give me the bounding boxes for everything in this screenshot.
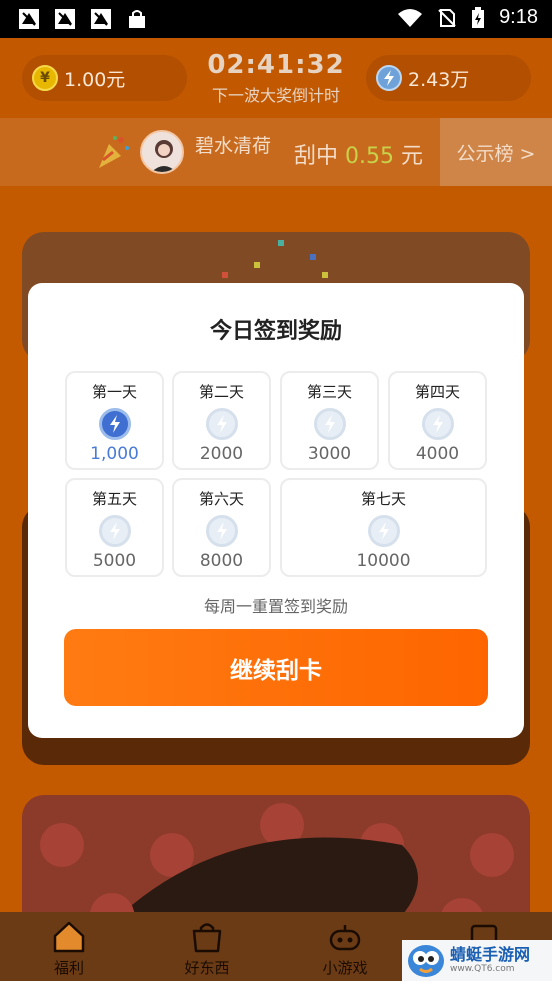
- nav-item-games[interactable]: 小游戏: [276, 912, 414, 981]
- lightning-coin-icon: [98, 408, 131, 440]
- notification-icon: [55, 9, 75, 29]
- confetti: [222, 272, 228, 278]
- notification-icon: [19, 9, 39, 29]
- checkin-reward-dialog: 今日签到奖励 第一天 1,000 第二天 2000 第三天 3000 第四天 4…: [28, 283, 524, 738]
- day-label: 第二天: [198, 383, 244, 401]
- win-amount: 0.55: [345, 144, 394, 169]
- clock: 9:18: [499, 6, 538, 28]
- lightning-coin-icon: [205, 408, 238, 440]
- confetti: [322, 272, 328, 278]
- nav-item-welfare[interactable]: 福利: [0, 912, 138, 981]
- nav-item-goods[interactable]: 好东西: [138, 912, 276, 981]
- countdown-time: 02:41:32: [207, 50, 345, 80]
- day-amount: 3000: [307, 444, 352, 464]
- lightning-coin-icon: [313, 408, 346, 440]
- lightning-coin-icon: [98, 515, 131, 547]
- day-card-1: 第一天 1,000: [65, 371, 164, 470]
- day-label: 第一天: [91, 383, 137, 401]
- shopping-bag-icon: [129, 10, 145, 28]
- day-label: 第四天: [414, 383, 460, 401]
- day-card-2: 第二天 2000: [172, 371, 271, 470]
- cash-balance-pill[interactable]: ¥ 1.00元: [22, 55, 187, 101]
- winner-banner: 碧水清荷 刮中 0.55 元 公示榜 >: [0, 118, 552, 186]
- day-amount: 4000: [415, 444, 460, 464]
- lightning-coin-icon: [421, 408, 454, 440]
- day-amount: 10000: [356, 551, 411, 571]
- day-label: 第三天: [306, 383, 352, 401]
- countdown-label: 下一波大奖倒计时: [211, 86, 340, 105]
- day-amount: 5000: [92, 551, 137, 571]
- day-card-5: 第五天 5000: [65, 478, 164, 577]
- confetti: [278, 240, 284, 246]
- yuan-coin-icon: ¥: [32, 65, 58, 91]
- house-icon: [53, 921, 85, 953]
- day-card-3: 第三天 3000: [280, 371, 379, 470]
- watermark-url: www.QT6.com: [450, 964, 515, 974]
- battery-icon: [472, 6, 485, 28]
- lightning-coin-icon: [367, 515, 400, 547]
- watermark: 蜻蜓手游网 www.QT6.com: [402, 940, 552, 981]
- coin-balance-pill[interactable]: 2.43万: [366, 55, 531, 101]
- shopping-bag-icon: [192, 923, 222, 953]
- continue-scratch-button[interactable]: 继续刮卡: [64, 629, 488, 706]
- status-bar: 9:18: [0, 0, 552, 38]
- party-popper-icon: [99, 136, 129, 168]
- winner-name: 碧水清荷: [195, 135, 272, 157]
- confetti: [310, 254, 316, 260]
- lightning-coin-icon: [376, 65, 402, 91]
- cash-balance: 1.00元: [64, 68, 126, 91]
- notification-icon: [91, 9, 111, 29]
- dialog-title: 今日签到奖励: [209, 319, 342, 344]
- win-prefix: 刮中: [294, 144, 339, 169]
- gamepad-icon: [329, 925, 361, 951]
- day-label: 第五天: [91, 490, 137, 508]
- avatar: [140, 130, 184, 174]
- day-amount: 8000: [199, 551, 244, 571]
- lightning-coin-icon: [205, 515, 238, 547]
- leaderboard-button[interactable]: 公示榜 >: [440, 118, 552, 186]
- day-card-6: 第六天 8000: [172, 478, 271, 577]
- no-sim-icon: [438, 8, 456, 27]
- win-text: 刮中 0.55 元: [294, 138, 423, 170]
- watermark-title: 蜻蜓手游网: [450, 945, 531, 964]
- countdown: 02:41:32 下一波大奖倒计时: [196, 50, 356, 106]
- day-label: 第六天: [198, 490, 244, 508]
- reset-note: 每周一重置签到奖励: [203, 597, 348, 616]
- wifi-icon: [398, 8, 423, 27]
- day-card-7: 第七天 10000: [280, 478, 487, 577]
- coin-balance: 2.43万: [408, 68, 470, 91]
- dragonfly-logo-icon: [408, 944, 444, 977]
- day-amount: 1,000: [90, 444, 139, 464]
- nav-label: 福利: [53, 959, 84, 977]
- confetti: [254, 262, 260, 268]
- win-unit: 元: [401, 144, 424, 169]
- nav-label: 好东西: [184, 959, 230, 977]
- day-label: 第七天: [360, 490, 406, 508]
- top-header: ¥ 1.00元 02:41:32 下一波大奖倒计时 2.43万: [0, 38, 552, 118]
- day-card-4: 第四天 4000: [388, 371, 487, 470]
- nav-label: 小游戏: [322, 959, 368, 977]
- day-amount: 2000: [199, 444, 244, 464]
